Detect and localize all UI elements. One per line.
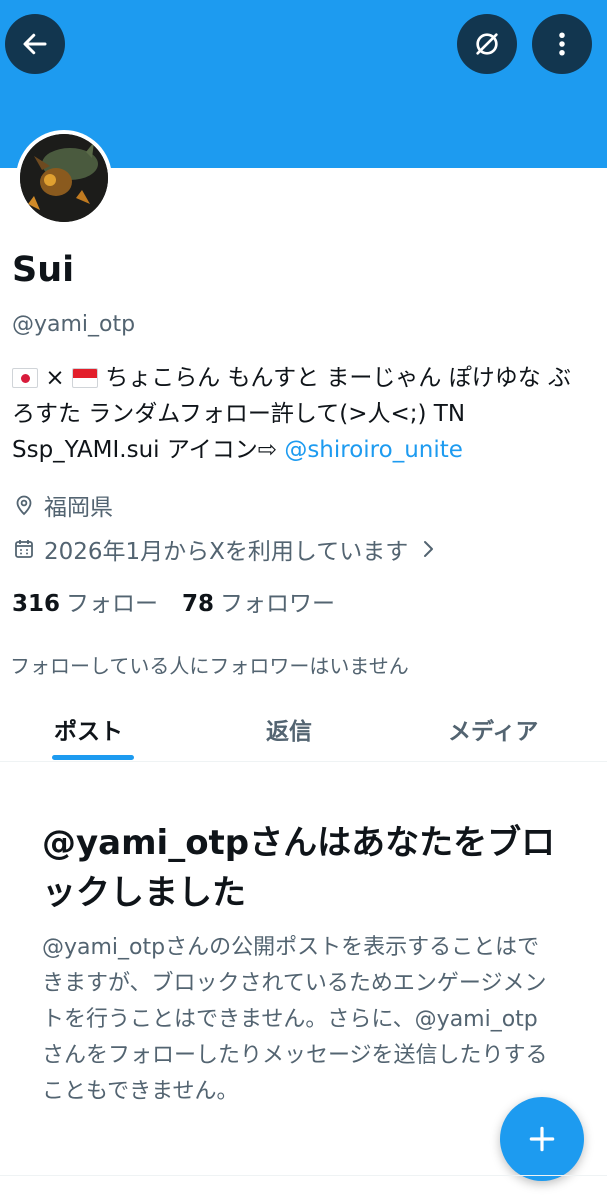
following-count: 316 <box>12 591 61 617</box>
mute-button[interactable] <box>457 14 517 74</box>
compose-button[interactable] <box>500 1097 584 1181</box>
followers-label: フォロワー <box>220 591 336 617</box>
arrow-left-icon <box>23 33 47 55</box>
divider <box>0 1175 607 1176</box>
profile-bio: × ちょこらん もんすと まーじゃん ぽけゆな ぶろすた ランダムフォロー許して… <box>12 360 592 468</box>
active-tab-indicator <box>52 755 134 760</box>
followers-count: 78 <box>182 591 215 617</box>
chevron-right-icon <box>424 541 434 557</box>
calendar-icon <box>15 540 33 558</box>
back-button[interactable] <box>5 14 65 74</box>
more-options-button[interactable] <box>532 14 592 74</box>
no-mutual-followers-text: フォローしている人にフォロワーはいません <box>10 654 409 678</box>
indonesia-flag-icon <box>71 368 98 388</box>
following-label: フォロー <box>66 591 159 617</box>
location-text: 福岡県 <box>44 495 113 521</box>
user-handle: @yami_otp <box>12 312 136 337</box>
join-date[interactable]: 2026年1月からXを利用しています <box>12 532 448 566</box>
more-vertical-icon <box>559 32 565 56</box>
blocked-description: @yami_otpさんの公開ポストを表示することはできますが、ブロックされている… <box>42 935 548 1104</box>
tab-posts[interactable]: ポスト <box>54 712 123 746</box>
blocked-title: @yami_otpさんはあなたをブロックしました <box>42 823 556 913</box>
location-pin-icon <box>16 495 32 516</box>
follow-counts: 316 フォロー 78 フォロワー <box>12 584 335 618</box>
bio-separator: × <box>45 365 65 391</box>
display-name: Sui <box>12 250 75 290</box>
tab-replies[interactable]: 返信 <box>266 712 312 746</box>
location: 福岡県 <box>12 488 113 522</box>
profile-tabs: ポスト 返信 メディア <box>0 700 607 762</box>
join-date-text: 2026年1月からXを利用しています <box>44 539 409 565</box>
avatar[interactable] <box>16 130 112 226</box>
avatar-image <box>20 134 108 222</box>
mute-icon <box>476 33 498 55</box>
bio-mention-link[interactable]: @shiroiro_unite <box>284 437 463 463</box>
plus-icon <box>529 1126 555 1152</box>
tab-media[interactable]: メディア <box>448 712 538 746</box>
japan-flag-icon <box>12 368 38 388</box>
following-link[interactable]: 316 フォロー <box>12 584 158 618</box>
followers-link[interactable]: 78 フォロワー <box>182 584 335 618</box>
